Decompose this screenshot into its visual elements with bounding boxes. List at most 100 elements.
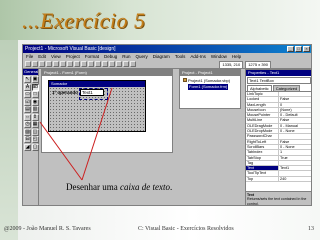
toolbox-tool-11-icon[interactable]: ⇕ [31,113,39,121]
form-designer-window: Project1 - Form1 (Form) Somador 1º opera… [41,69,173,153]
property-value[interactable]: 0 - Default [279,113,311,117]
property-value[interactable]: False [279,118,311,122]
toolbox-tool-19-icon[interactable]: ▢ [31,143,39,151]
menu-item-run[interactable]: Run [122,53,130,60]
property-value[interactable]: 0 [279,103,311,107]
menu-item-diagram[interactable]: Diagram [153,53,170,60]
find-icon[interactable] [81,61,87,67]
toolbox-tool-10-icon[interactable]: ⇔ [24,113,31,121]
form1-body[interactable]: 1º operando Text1 [49,87,145,132]
properties-window-icon[interactable] [130,61,136,67]
menu-item-file[interactable]: File [26,53,33,60]
form1[interactable]: Somador 1º operando Text1 [48,80,146,132]
toolbox-tool-18-icon[interactable]: ◢ [24,143,31,151]
property-name: ScrollBars [246,144,279,150]
designer-title: Project1 - Form1 (Form) [42,70,172,76]
add-form-icon[interactable] [32,61,38,67]
property-value[interactable] [279,134,311,138]
menu-item-addins[interactable]: Add-Ins [190,53,206,60]
property-value[interactable]: Text1 [279,166,311,170]
maximize-icon[interactable]: □ [295,46,302,52]
tab-categorized[interactable]: Categorized [272,85,301,91]
property-row[interactable]: Top 240 [246,176,311,183]
toolbox-tool-8-icon[interactable]: ▤ [24,106,31,113]
stop-icon[interactable] [116,61,122,67]
project-explorer: Project - Project1 Project1 (Somador.vbp… [179,69,241,109]
slide-caption: Desenhar uma caixa de texto. [66,182,173,192]
project-form-item[interactable]: Form1 (Somador.frm) [183,84,237,90]
property-value[interactable]: 0 - None [279,129,311,133]
properties-title: Properties - Text1 [246,70,311,76]
property-value[interactable]: 1 [279,150,311,154]
add-project-icon[interactable] [25,61,31,67]
footer-course: C: Visual Basic - Exercícios Resolvidos [138,226,234,232]
property-value[interactable]: True [279,156,311,160]
open-icon[interactable] [46,61,52,67]
property-name: RightToLeft [246,139,279,144]
toolbox-tool-0-icon[interactable]: ↖ [24,76,31,83]
toolbox-tool-12-icon[interactable]: ◷ [24,121,31,128]
menu-item-project[interactable]: Project [66,53,80,60]
toolbox-tool-16-icon[interactable]: ⊟ [24,136,31,143]
slide-title: ...Exercício 5 [22,8,146,33]
copy-icon[interactable] [67,61,73,67]
page-number: 13 [308,226,314,232]
menu-item-query[interactable]: Query [136,53,148,60]
property-value[interactable]: False [279,97,311,101]
object-selector[interactable]: Text1 TextBox [247,77,311,84]
property-name: Text [246,166,279,171]
property-name: Top [246,176,279,181]
toolbox-tool-15-icon[interactable]: ◫ [31,128,39,136]
property-name: TabIndex [246,150,279,155]
save-icon[interactable] [53,61,59,67]
paste-icon[interactable] [74,61,80,67]
pause-icon[interactable] [109,61,115,67]
ide-titlebar: Project1 - Microsoft Visual Basic [desig… [23,45,311,53]
properties-grid: LinkTopic Locked False MaxLength 0 MouseIcon(… [246,91,311,183]
toolbox-tool-1-icon[interactable]: ▣ [31,76,39,83]
toolbox-tool-14-icon[interactable]: ▨ [24,128,31,136]
property-name: TabStop [246,155,279,160]
property-value[interactable]: False [279,140,311,144]
minimize-icon[interactable]: _ [287,46,294,52]
menu-editor-icon[interactable] [39,61,45,67]
property-name: PasswordChar [246,134,279,139]
menu-item-help[interactable]: Help [232,53,241,60]
tab-alphabetic[interactable]: Alphabetic [247,85,272,91]
toolbox-tool-2-icon[interactable]: A [24,83,31,91]
toolbox-tool-6-icon[interactable]: ☑ [24,98,31,106]
toolbox-tool-13-icon[interactable]: ▦ [31,121,39,128]
text1-textbox[interactable]: Text1 [79,88,108,100]
menu-item-debug[interactable]: Debug [104,53,117,60]
property-value[interactable]: 0 - None [279,145,311,149]
redo-icon[interactable] [95,61,101,67]
toolbox-tool-17-icon[interactable]: ◰ [31,136,39,143]
property-name: MultiLine [246,118,279,123]
operand-label[interactable]: 1º operando [52,90,78,95]
undo-icon[interactable] [88,61,94,67]
menu-item-window[interactable]: Window [211,53,227,60]
menu-item-format[interactable]: Format [85,53,99,60]
property-value[interactable] [279,171,311,175]
menu-item-view[interactable]: View [51,53,61,60]
property-value[interactable]: 240 [279,177,311,181]
toolbox-tool-5-icon[interactable]: □ [31,91,39,98]
toolbox-tool-9-icon[interactable]: ▥ [31,106,39,113]
property-value[interactable]: (None) [279,108,311,112]
toolbox-tool-4-icon[interactable]: ▭ [24,91,31,98]
menu-item-edit[interactable]: Edit [38,53,46,60]
toolbox-tool-3-icon[interactable]: ab [31,83,39,91]
caption-emphasis: caixa de texto [119,182,170,192]
close-icon[interactable]: × [303,46,310,52]
property-value[interactable]: 0 - Manual [279,124,311,128]
project-explorer-icon[interactable] [123,61,129,67]
toolbox-tool-7-icon[interactable]: ◉ [31,98,39,106]
ide-toolbar: 1335, 210 1275 x 390 [23,60,311,69]
cut-icon[interactable] [60,61,66,67]
start-icon[interactable] [102,61,108,67]
property-value[interactable] [279,161,311,165]
ide-menubar: File Edit View Project Format Debug Run Query Di… [23,53,311,60]
toolbox-grid: ↖ ▣ Aab ▭ □ ☑ ◉ ▤ ▥ ⇔ ⇕ ◷ ▦ ▨ ◫ ⊟ ◰ ◢ ▢ [23,75,39,152]
property-value[interactable] [279,92,311,96]
menu-item-tools[interactable]: Tools [175,53,186,60]
